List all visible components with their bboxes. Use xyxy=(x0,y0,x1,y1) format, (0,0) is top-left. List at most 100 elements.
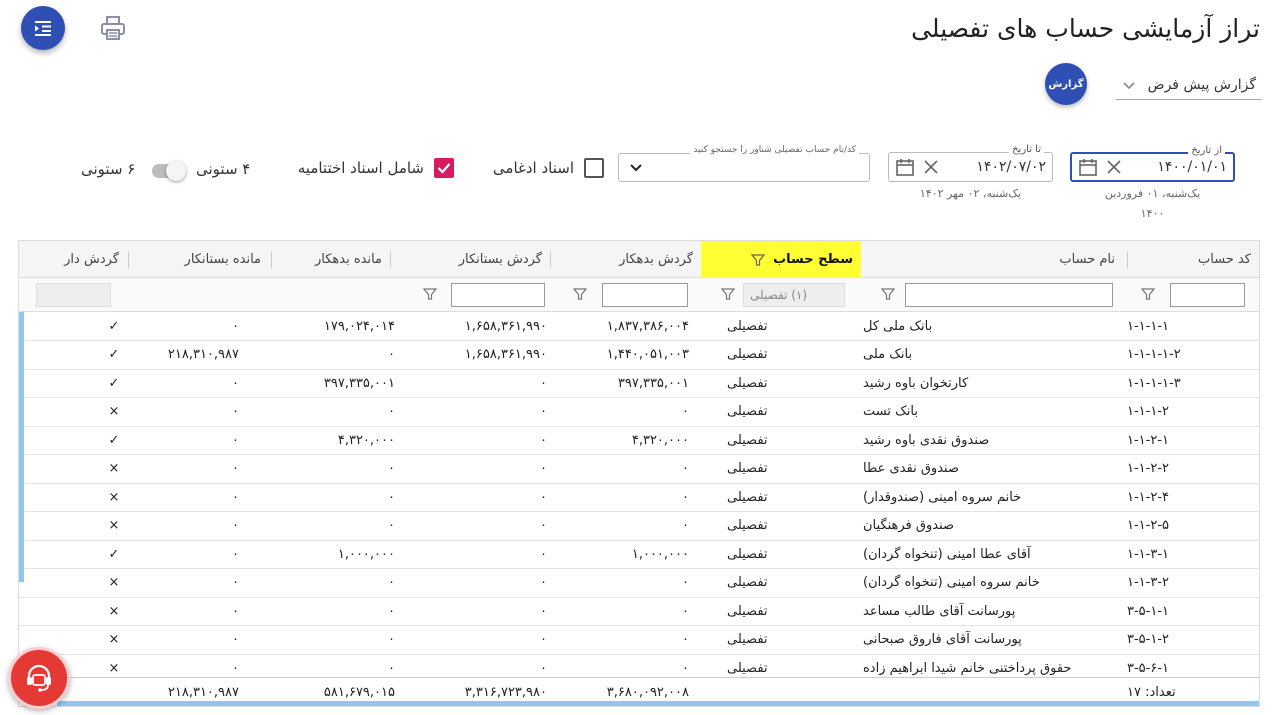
cell-level: تفصیلی xyxy=(727,575,768,590)
filter-icon[interactable] xyxy=(423,287,437,301)
cell-level: تفصیلی xyxy=(727,461,768,476)
cell-name: آقای عطا امینی (تنخواه گردان) xyxy=(863,546,1031,562)
has-turnover-filter-input[interactable] xyxy=(36,283,111,307)
column-mode-toggle[interactable] xyxy=(152,161,186,181)
cell-level: تفصیلی xyxy=(727,347,768,362)
clear-icon[interactable] xyxy=(1106,159,1122,175)
header-level[interactable]: سطح حساب xyxy=(701,241,861,278)
merged-docs-checkbox[interactable] xyxy=(584,158,604,178)
cell-has-turnover: ✓ xyxy=(108,318,120,334)
filter-icon[interactable] xyxy=(751,253,766,267)
cell-has-turnover: × xyxy=(108,603,120,619)
to-date-field[interactable]: تا تاریخ ۱۴۰۲/۰۷/۰۲ xyxy=(888,144,1053,182)
code-filter-input[interactable] xyxy=(1170,283,1245,307)
table-row[interactable]: ۳-۵-۱-۲ پورسانت آقای فاروق صبحانی تفصیلی ۰ ۰… xyxy=(19,626,1259,655)
credit-turnover-filter-input[interactable] xyxy=(451,283,545,307)
horizontal-scrollbar[interactable] xyxy=(57,701,1259,706)
cell-code: ۳-۵-۶-۱ xyxy=(1127,660,1170,676)
table-row[interactable]: ۱-۱-۲-۱ صندوق نقدی باوه رشید تفصیلی ۴,۳۲۰,۰… xyxy=(19,426,1259,455)
cell-has-turnover: ✓ xyxy=(108,375,120,391)
cell-debit-turnover: ۳۹۷,۳۳۵,۰۰۱ xyxy=(617,375,689,391)
cell-credit-turnover: ۰ xyxy=(540,660,547,676)
filter-icon[interactable] xyxy=(881,287,895,301)
cell-name: بانک ملی xyxy=(863,347,913,362)
cell-debit-balance: ۰ xyxy=(388,347,395,362)
table-row[interactable]: ۱-۱-۱-۱-۲ بانک ملی تفصیلی ۱,۴۴۰,۰۵۱,۰۰۳ ۱,۶۵… xyxy=(19,341,1259,370)
cell-code: ۱-۱-۲-۱ xyxy=(1127,432,1170,448)
table-row[interactable]: ۱-۱-۱-۱-۳ کارتخوان باوه رشید تفصیلی ۳۹۷,۳۳۵… xyxy=(19,369,1259,398)
header-debit-turnover[interactable]: گردش بدهکار xyxy=(551,241,701,278)
table-row[interactable]: ۳-۵-۱-۱ پورسانت آقای طالب مساعد تفصیلی ۰ ۰ ۰ ۰… xyxy=(19,597,1259,626)
calendar-icon[interactable] xyxy=(895,157,915,177)
cell-code: ۳-۵-۱-۱ xyxy=(1127,603,1170,619)
closing-docs-checkbox[interactable] xyxy=(434,158,454,178)
header-credit-turnover[interactable]: گردش بستانکار xyxy=(395,241,550,278)
calendar-icon[interactable] xyxy=(1078,157,1098,177)
cell-name: خانم سروه امینی (صندوقدار) xyxy=(863,489,1022,505)
cell-debit-balance: ۰ xyxy=(388,518,395,533)
cell-debit-balance: ۰ xyxy=(388,461,395,476)
table-row[interactable]: ۱-۱-۲-۴ خانم سروه امینی (صندوقدار) تفصیلی ۰… xyxy=(19,483,1259,512)
menu-indent-icon xyxy=(35,21,51,36)
cell-code: ۱-۱-۱-۲ xyxy=(1127,404,1170,419)
cell-level: تفصیلی xyxy=(727,404,768,419)
check-icon xyxy=(437,163,451,174)
cell-debit-turnover: ۰ xyxy=(682,660,689,676)
merged-docs-option[interactable]: اسناد ادغامی xyxy=(493,158,604,178)
from-date-field[interactable]: از تاریخ ۱۴۰۰/۰۱/۰۱ xyxy=(1070,145,1235,182)
cell-code: ۳-۵-۱-۲ xyxy=(1127,632,1170,647)
cols4-label: ۴ ستونی xyxy=(196,160,251,178)
name-filter-input[interactable] xyxy=(905,283,1113,307)
menu-toggle-button[interactable] xyxy=(21,6,65,50)
cell-code: ۱-۱-۳-۱ xyxy=(1127,546,1170,562)
page-title: تراز آزمایشی حساب های تفصیلی xyxy=(911,14,1260,43)
debit-turnover-filter-input[interactable] xyxy=(602,283,688,307)
to-date-label: تا تاریخ xyxy=(1009,144,1044,155)
chevron-down-icon[interactable] xyxy=(629,163,643,173)
cell-code: ۱-۱-۱-۱ xyxy=(1127,318,1170,334)
table-row[interactable]: ۱-۱-۳-۲ خانم سروه امینی (تنخواه گردان) تفص… xyxy=(19,569,1259,598)
table-row[interactable]: ۱-۱-۲-۵ صندوق فرهنگیان تفصیلی ۰ ۰ ۰ ۰ × xyxy=(19,512,1259,541)
clear-icon[interactable] xyxy=(923,159,939,175)
headset-support-icon xyxy=(27,664,51,692)
cell-debit-turnover: ۰ xyxy=(682,575,689,590)
cell-code: ۱-۱-۳-۲ xyxy=(1127,575,1170,590)
toggle-knob[interactable] xyxy=(166,161,186,181)
level-filter-input[interactable]: (۱) تفصیلی xyxy=(743,283,845,307)
report-button[interactable]: گزارش xyxy=(1045,63,1087,105)
print-button[interactable] xyxy=(97,12,129,44)
header-debit-balance[interactable]: مانده بدهکار xyxy=(264,241,390,278)
merged-docs-label: اسناد ادغامی xyxy=(492,159,574,177)
filter-icon[interactable] xyxy=(573,287,587,301)
cell-has-turnover: ✓ xyxy=(108,546,120,562)
cell-code: ۱-۱-۱-۱-۲ xyxy=(1127,347,1181,362)
cell-has-turnover: × xyxy=(108,518,120,533)
from-date-hint: یک‌شنبه، ۰۱ فروردین ۱۴۰۰ xyxy=(1070,184,1235,224)
cell-debit-balance: ۴,۳۲۰,۰۰۰ xyxy=(337,432,395,448)
table-row[interactable]: ۳-۵-۶-۱ حقوق پرداختنی خانم شیدا ابراهیم ز… xyxy=(19,654,1259,676)
cell-credit-turnover: ۰ xyxy=(540,546,547,562)
cell-credit-turnover: ۰ xyxy=(540,375,547,391)
account-search-combo[interactable]: کد/نام حساب تفصیلی شناور را جستجو کنید xyxy=(618,145,870,182)
header-has-turnover[interactable]: گردش دار xyxy=(19,241,127,278)
table-row[interactable]: ۱-۱-۱-۱ بانک ملی کل تفصیلی ۱,۸۳۷,۳۸۶,۰۰۴ ۱,۶… xyxy=(19,312,1259,341)
cell-debit-turnover: ۰ xyxy=(682,632,689,647)
header-code[interactable]: کد حساب xyxy=(1133,241,1259,278)
filter-icon[interactable] xyxy=(721,287,735,301)
cell-debit-balance: ۱,۰۰۰,۰۰۰ xyxy=(337,546,395,562)
cell-code: ۱-۱-۱-۱-۳ xyxy=(1127,375,1181,391)
header-credit-balance[interactable]: مانده بستانکار xyxy=(119,241,269,278)
cell-credit-turnover: ۰ xyxy=(540,432,547,448)
header-name[interactable]: نام حساب xyxy=(877,241,1127,278)
support-button[interactable] xyxy=(8,647,70,709)
cell-credit-turnover: ۰ xyxy=(540,603,547,619)
table-row[interactable]: ۱-۱-۳-۱ آقای عطا امینی (تنخواه گردان) تفصی… xyxy=(19,540,1259,569)
filter-icon[interactable] xyxy=(1141,287,1155,301)
table-row[interactable]: ۱-۱-۲-۲ صندوق نقدی عطا تفصیلی ۰ ۰ ۰ ۰ × xyxy=(19,455,1259,484)
table-row[interactable]: ۱-۱-۱-۲ بانک تست تفصیلی ۰ ۰ ۰ ۰ × xyxy=(19,398,1259,427)
closing-docs-option[interactable]: شامل اسناد اختتامیه xyxy=(298,158,454,178)
cell-debit-balance: ۰ xyxy=(388,660,395,676)
vertical-scrollbar[interactable] xyxy=(19,312,24,582)
report-select[interactable]: گزارش پیش فرض xyxy=(1116,70,1262,100)
cell-debit-turnover: ۱,۴۴۰,۰۵۱,۰۰۳ xyxy=(606,347,689,362)
